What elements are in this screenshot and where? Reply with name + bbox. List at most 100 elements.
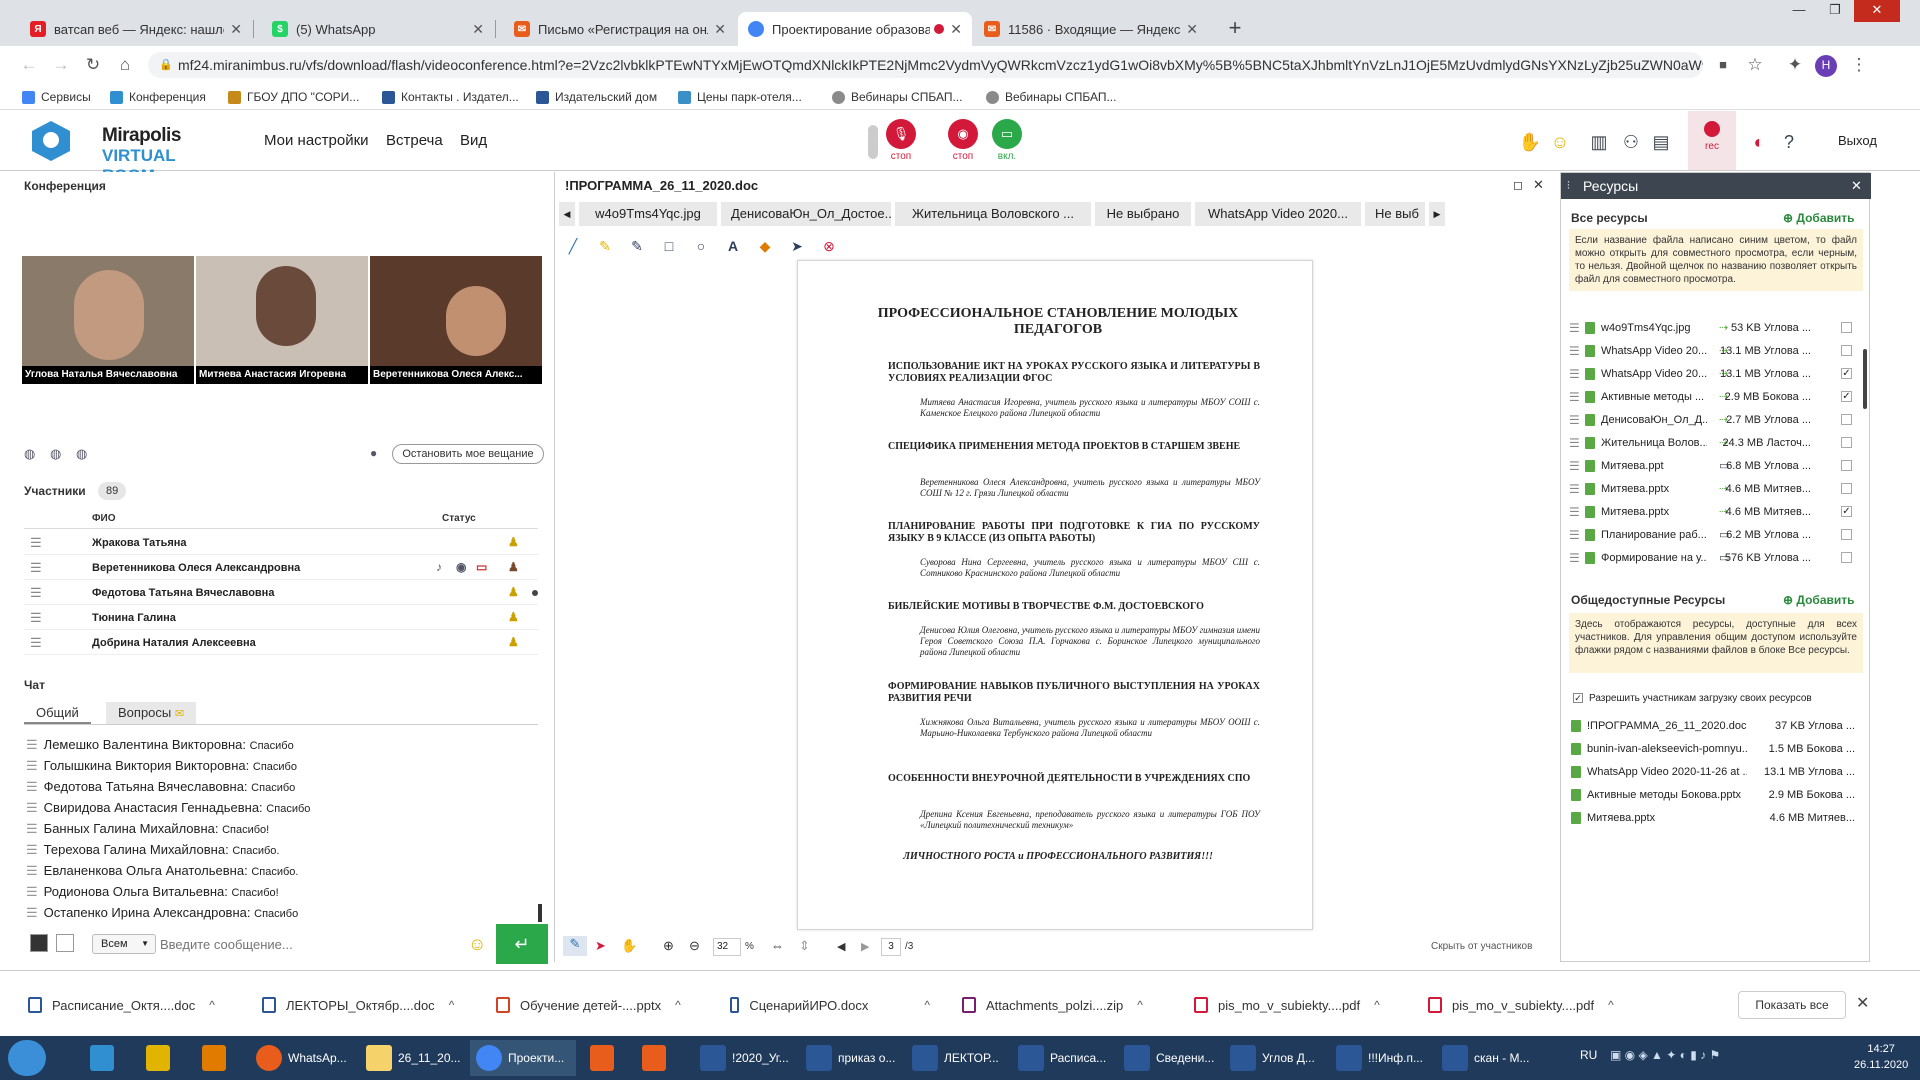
clear-annotations-icon[interactable]: ⊗ [819, 236, 839, 256]
language-flag-icon[interactable]: ◐ [1746, 129, 1772, 155]
document-tab[interactable]: ДенисоваЮн_Ол_Достое... [721, 202, 891, 226]
pointer-icon[interactable]: ➤ [595, 938, 606, 954]
hand-icon[interactable]: ✋ [621, 938, 637, 954]
taskbar-item[interactable]: приказ о... [800, 1040, 900, 1076]
send-button[interactable]: ↵ [496, 924, 548, 964]
chevron-up-icon[interactable]: ^ [1374, 998, 1380, 1012]
taskbar-item[interactable]: Сведени... [1118, 1040, 1218, 1076]
color-picker-icon[interactable] [30, 934, 48, 952]
drag-handle-icon[interactable]: ☰ [1569, 459, 1580, 473]
chevron-up-icon[interactable]: ^ [1137, 998, 1143, 1012]
participant-row[interactable]: ☰ Федотова Татьяна Вячеславовна ♟ [24, 581, 538, 605]
taskbar-ie[interactable] [84, 1040, 120, 1076]
resource-checkbox[interactable] [1841, 483, 1852, 494]
drag-handle-icon[interactable]: ☰ [30, 635, 42, 651]
add-resource-button[interactable]: ⊕ Добавить [1783, 211, 1855, 225]
resource-row[interactable]: ☰ Жительница Волов... ⇢ 24.3 MB Ласточ... [1569, 432, 1859, 454]
minimize-button[interactable]: — [1782, 0, 1816, 22]
close-icon[interactable]: ✕ [1186, 21, 1198, 38]
download-item[interactable]: Расписание_Октя....doc ^ [28, 995, 228, 1015]
add-public-resource-button[interactable]: ⊕ Добавить [1783, 593, 1855, 607]
prev-page-icon[interactable]: ◀ [837, 940, 845, 953]
camera-button[interactable]: ◉ [948, 119, 978, 149]
browser-menu-icon[interactable]: ⋮ [1848, 55, 1870, 77]
drag-handle-icon[interactable]: ☰ [1569, 344, 1580, 358]
star-icon[interactable]: ☆ [1744, 55, 1766, 77]
drag-handle-icon[interactable]: ☰ [1569, 321, 1580, 335]
taskbar-item[interactable] [584, 1040, 620, 1076]
chat-message-input[interactable] [160, 932, 460, 956]
zoom-in-icon[interactable]: ⊕ [663, 938, 674, 954]
bookmark-gbou[interactable]: ГБОУ ДПО "СОРИ... [228, 88, 359, 106]
exit-button[interactable]: Выход [1838, 133, 1877, 148]
fit-width-icon[interactable]: ⇔ [771, 938, 784, 953]
emoji-icon[interactable]: ☺ [468, 934, 486, 955]
language-indicator[interactable]: RU [1580, 1048, 1597, 1062]
resources-scrollbar[interactable] [1863, 349, 1867, 409]
document-tab[interactable]: Не выб [1365, 202, 1425, 226]
taskbar-media[interactable] [140, 1040, 176, 1076]
mic-level-slider[interactable] [868, 125, 878, 159]
broadcast-settings-icon[interactable]: ◍ [76, 446, 87, 462]
bookmark-contacts[interactable]: Контакты . Издател... [382, 88, 519, 106]
maximize-button[interactable]: ❐ [1818, 0, 1852, 22]
resource-row[interactable]: ☰ WhatsApp Video 20... ⇢ 13.1 MB Углова ...… [1569, 363, 1859, 385]
drag-handle-icon[interactable]: ☰ [30, 535, 42, 551]
download-item[interactable]: СценарийИРО.docx ^ [730, 995, 930, 1015]
extensions-icon[interactable]: ✦ [1784, 55, 1806, 77]
text-color-icon[interactable] [56, 934, 74, 952]
bookmark-services[interactable]: Сервисы [22, 88, 91, 106]
public-resource-row[interactable]: !ПРОГРАММА_26_11_2020.doc 37 KB Углова ..… [1569, 715, 1859, 737]
public-resource-row[interactable]: WhatsApp Video 2020-11-26 at ... 13.1 MB … [1569, 761, 1859, 783]
close-icon[interactable]: ✕ [714, 21, 726, 38]
resource-row[interactable]: ☰ Митяева.pptx ⇢ 4.6 MB Митяев... [1569, 478, 1859, 500]
camera-settings-icon[interactable]: ◍ [24, 446, 35, 462]
url-input[interactable]: 🔒 mf24.miranimbus.ru/vfs/download/flash/v… [148, 52, 1703, 78]
drag-handle-icon[interactable]: ⫶ [1567, 173, 1570, 199]
hide-from-participants-link[interactable]: Скрыть от участников [1431, 941, 1532, 952]
taskbar-item[interactable]: Расписа... [1012, 1040, 1112, 1076]
taskbar-item[interactable]: !2020_Уг... [694, 1040, 794, 1076]
browser-tab-yandex-mail[interactable]: ✉11586 · Входящие — Яндекс.По✕ [974, 12, 1208, 46]
system-tray-icons[interactable]: ▣ ◉ ◈ ▲ ✦ ◐ ▮ ♪ ⚑ [1610, 1048, 1720, 1062]
ellipse-tool-icon[interactable]: ○ [691, 236, 711, 256]
taskbar-item[interactable]: скан - М... [1436, 1040, 1536, 1076]
next-page-icon[interactable]: ▶ [861, 940, 869, 953]
bookmark-webinars-2[interactable]: Вебинары СПБАП... [986, 88, 1116, 106]
download-item[interactable]: pis_mo_v_subiekty....pdf ^ [1428, 995, 1628, 1015]
drag-handle-icon[interactable]: ☰ [30, 560, 42, 576]
drag-handle-icon[interactable]: ☰ [30, 610, 42, 626]
draw-mode-icon[interactable]: ✎ [563, 936, 587, 956]
browser-tab-mail-registration[interactable]: ✉Письмо «Регистрация на онлай✕ [504, 12, 736, 46]
taskbar-item-active[interactable]: Проекти... [470, 1040, 576, 1076]
tabs-scroll-left-icon[interactable]: ◀ [559, 202, 575, 226]
drag-handle-icon[interactable]: ☰ [1569, 436, 1580, 450]
pointer-tool-icon[interactable]: ➤ [787, 236, 807, 256]
drag-handle-icon[interactable]: ☰ [1569, 551, 1580, 565]
resource-row[interactable]: ☰ WhatsApp Video 20... ⇢ 13.1 MB Углова ... [1569, 340, 1859, 362]
resource-row[interactable]: ☰ Митяева.ppt ▭ 6.8 MB Углова ... [1569, 455, 1859, 477]
resource-checkbox[interactable] [1841, 460, 1852, 471]
allow-upload-checkbox[interactable]: ✓ Разрешить участникам загрузку своих рес… [1573, 693, 1812, 704]
taskbar-item[interactable]: !!!Инф.п... [1330, 1040, 1430, 1076]
bookmark-publishing[interactable]: Издательский дом [536, 88, 657, 106]
tab-general[interactable]: Общий [24, 702, 91, 724]
tab-questions[interactable]: Вопросы ✉ [106, 702, 197, 724]
taskbar-item[interactable]: Углов Д... [1224, 1040, 1324, 1076]
download-item[interactable]: Attachments_polzi....zip ^ [962, 995, 1162, 1015]
close-icon[interactable]: ✕ [472, 21, 484, 38]
tabs-scroll-right-icon[interactable]: ▶ [1429, 202, 1445, 226]
profile-avatar[interactable]: Н [1815, 55, 1837, 77]
recipient-select[interactable]: Всем ▼ [92, 934, 156, 954]
resource-checkbox[interactable] [1841, 414, 1852, 425]
resource-checkbox[interactable]: ✓ [1841, 506, 1852, 517]
drag-handle-icon[interactable]: ☰ [1569, 528, 1580, 542]
resource-checkbox[interactable] [1841, 552, 1852, 563]
resource-checkbox[interactable] [1841, 529, 1852, 540]
show-all-downloads-button[interactable]: Показать все [1738, 991, 1846, 1019]
menu-view[interactable]: Вид [460, 132, 487, 149]
page-number-input[interactable]: 3 [881, 938, 901, 956]
close-icon[interactable]: ✕ [230, 21, 242, 38]
drag-handle-icon[interactable]: ☰ [1569, 482, 1580, 496]
resource-checkbox[interactable] [1841, 437, 1852, 448]
